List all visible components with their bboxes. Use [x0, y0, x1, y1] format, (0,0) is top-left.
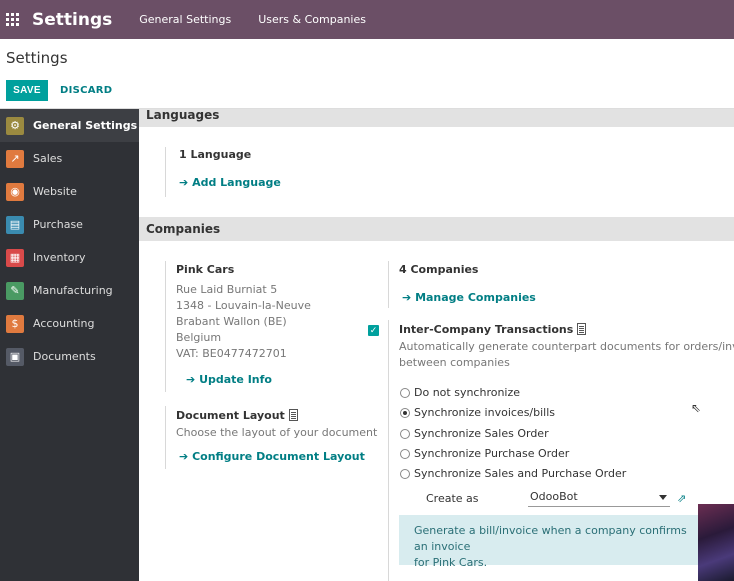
settings-content[interactable]: Languages 1 Language ➔ Add Language Comp… — [139, 109, 734, 581]
sidebar-item-label: Purchase — [33, 218, 83, 231]
company-dependent-icon — [288, 409, 298, 421]
radio-label: Do not synchronize — [414, 386, 521, 399]
box-icon: ▦ — [6, 248, 24, 267]
video-overlay-thumbnail — [698, 504, 734, 581]
radio-synchronize-invoices[interactable] — [400, 408, 410, 418]
sidebar-item-label: General Settings — [33, 119, 138, 132]
language-count: 1 Language — [179, 148, 252, 161]
radio-synchronize-sales-purchase[interactable] — [400, 469, 410, 479]
divider — [165, 261, 166, 392]
invoice-icon: $ — [6, 314, 24, 333]
companies-count: 4 Companies — [399, 263, 479, 276]
sidebar-item-label: Manufacturing — [33, 284, 113, 297]
add-language-link[interactable]: ➔ Add Language — [179, 176, 281, 189]
intercompany-description: between companies — [399, 356, 510, 369]
create-as-select[interactable]: OdooBot — [528, 490, 670, 507]
configure-document-layout-link[interactable]: ➔ Configure Document Layout — [179, 450, 365, 463]
sidebar-item-sales[interactable]: ↗ Sales — [0, 142, 139, 175]
arrow-right-icon: ➔ — [179, 450, 189, 463]
wrench-icon: ✎ — [6, 281, 24, 300]
divider — [165, 406, 166, 469]
save-button[interactable]: SAVE — [6, 80, 48, 101]
radio-synchronize-purchase-order[interactable] — [400, 449, 410, 459]
radio-label: Synchronize Purchase Order — [414, 447, 570, 460]
sidebar-item-purchase[interactable]: ▤ Purchase — [0, 208, 139, 241]
cart-icon: ▤ — [6, 215, 24, 234]
document-layout-title: Document Layout — [176, 409, 298, 422]
top-navbar: Settings General Settings Users & Compan… — [0, 0, 734, 39]
intercompany-title: Inter-Company Transactions — [399, 323, 587, 336]
radio-label: Synchronize Sales Order — [414, 427, 549, 440]
app-brand[interactable]: Settings — [32, 10, 112, 30]
sidebar-item-accounting[interactable]: $ Accounting — [0, 307, 139, 340]
section-header-companies: Companies — [139, 217, 734, 241]
intercompany-description: Automatically generate counterpart docum… — [399, 340, 734, 353]
settings-sidebar: ⚙ General Settings ↗ Sales ◉ Website ▤ P… — [0, 109, 139, 581]
update-info-link[interactable]: ➔ Update Info — [186, 373, 272, 386]
divider — [388, 320, 389, 581]
radio-synchronize-sales-order[interactable] — [400, 429, 410, 439]
company-dependent-icon — [577, 323, 587, 335]
sidebar-item-manufacturing[interactable]: ✎ Manufacturing — [0, 274, 139, 307]
intercompany-info-alert: Generate a bill/invoice when a company c… — [399, 515, 699, 569]
sidebar-item-website[interactable]: ◉ Website — [0, 175, 139, 208]
radio-label: Synchronize invoices/bills — [414, 406, 556, 419]
divider — [388, 261, 389, 308]
sidebar-item-documents[interactable]: ▣ Documents — [0, 340, 139, 373]
mouse-cursor-icon: ⇖ — [691, 401, 702, 415]
sidebar-item-label: Inventory — [33, 251, 86, 264]
section-header-languages: Languages — [139, 109, 734, 127]
radio-label: Synchronize Sales and Purchase Order — [414, 467, 627, 480]
external-link-icon[interactable]: ⇗ — [677, 492, 686, 505]
arrow-right-icon: ➔ — [402, 291, 412, 304]
vat-number: VAT: BE0477472701 — [176, 347, 287, 360]
company-name: Pink Cars — [176, 263, 235, 276]
document-layout-description: Choose the layout of your document — [176, 426, 378, 439]
manage-companies-link[interactable]: ➔ Manage Companies — [402, 291, 536, 304]
caret-down-icon — [659, 495, 667, 500]
sidebar-item-label: Accounting — [33, 317, 95, 330]
sidebar-item-label: Website — [33, 185, 77, 198]
address-line: Rue Laid Burniat 5 — [176, 283, 278, 296]
folder-icon: ▣ — [6, 347, 24, 366]
menu-users-companies[interactable]: Users & Companies — [258, 13, 366, 26]
radio-do-not-synchronize[interactable] — [400, 388, 410, 398]
create-as-label: Create as — [426, 492, 479, 505]
sidebar-item-label: Documents — [33, 350, 96, 363]
chart-icon: ↗ — [6, 149, 24, 168]
control-panel: Settings SAVE DISCARD — [0, 39, 734, 109]
sidebar-item-label: Sales — [33, 152, 63, 165]
address-line: 1348 - Louvain-la-Neuve — [176, 299, 311, 312]
sidebar-item-general-settings[interactable]: ⚙ General Settings — [0, 109, 139, 142]
sidebar-item-inventory[interactable]: ▦ Inventory — [0, 241, 139, 274]
arrow-right-icon: ➔ — [179, 176, 189, 189]
intercompany-checkbox[interactable]: ✓ — [368, 325, 379, 336]
arrow-right-icon: ➔ — [186, 373, 196, 386]
menu-general-settings[interactable]: General Settings — [139, 13, 231, 26]
address-line: Belgium — [176, 331, 222, 344]
gear-icon: ⚙ — [6, 116, 24, 135]
discard-button[interactable]: DISCARD — [60, 80, 112, 101]
address-line: Brabant Wallon (BE) — [176, 315, 287, 328]
divider — [165, 147, 166, 197]
apps-menu-icon[interactable] — [6, 13, 19, 26]
globe-icon: ◉ — [6, 182, 24, 201]
page-title: Settings — [6, 49, 68, 67]
